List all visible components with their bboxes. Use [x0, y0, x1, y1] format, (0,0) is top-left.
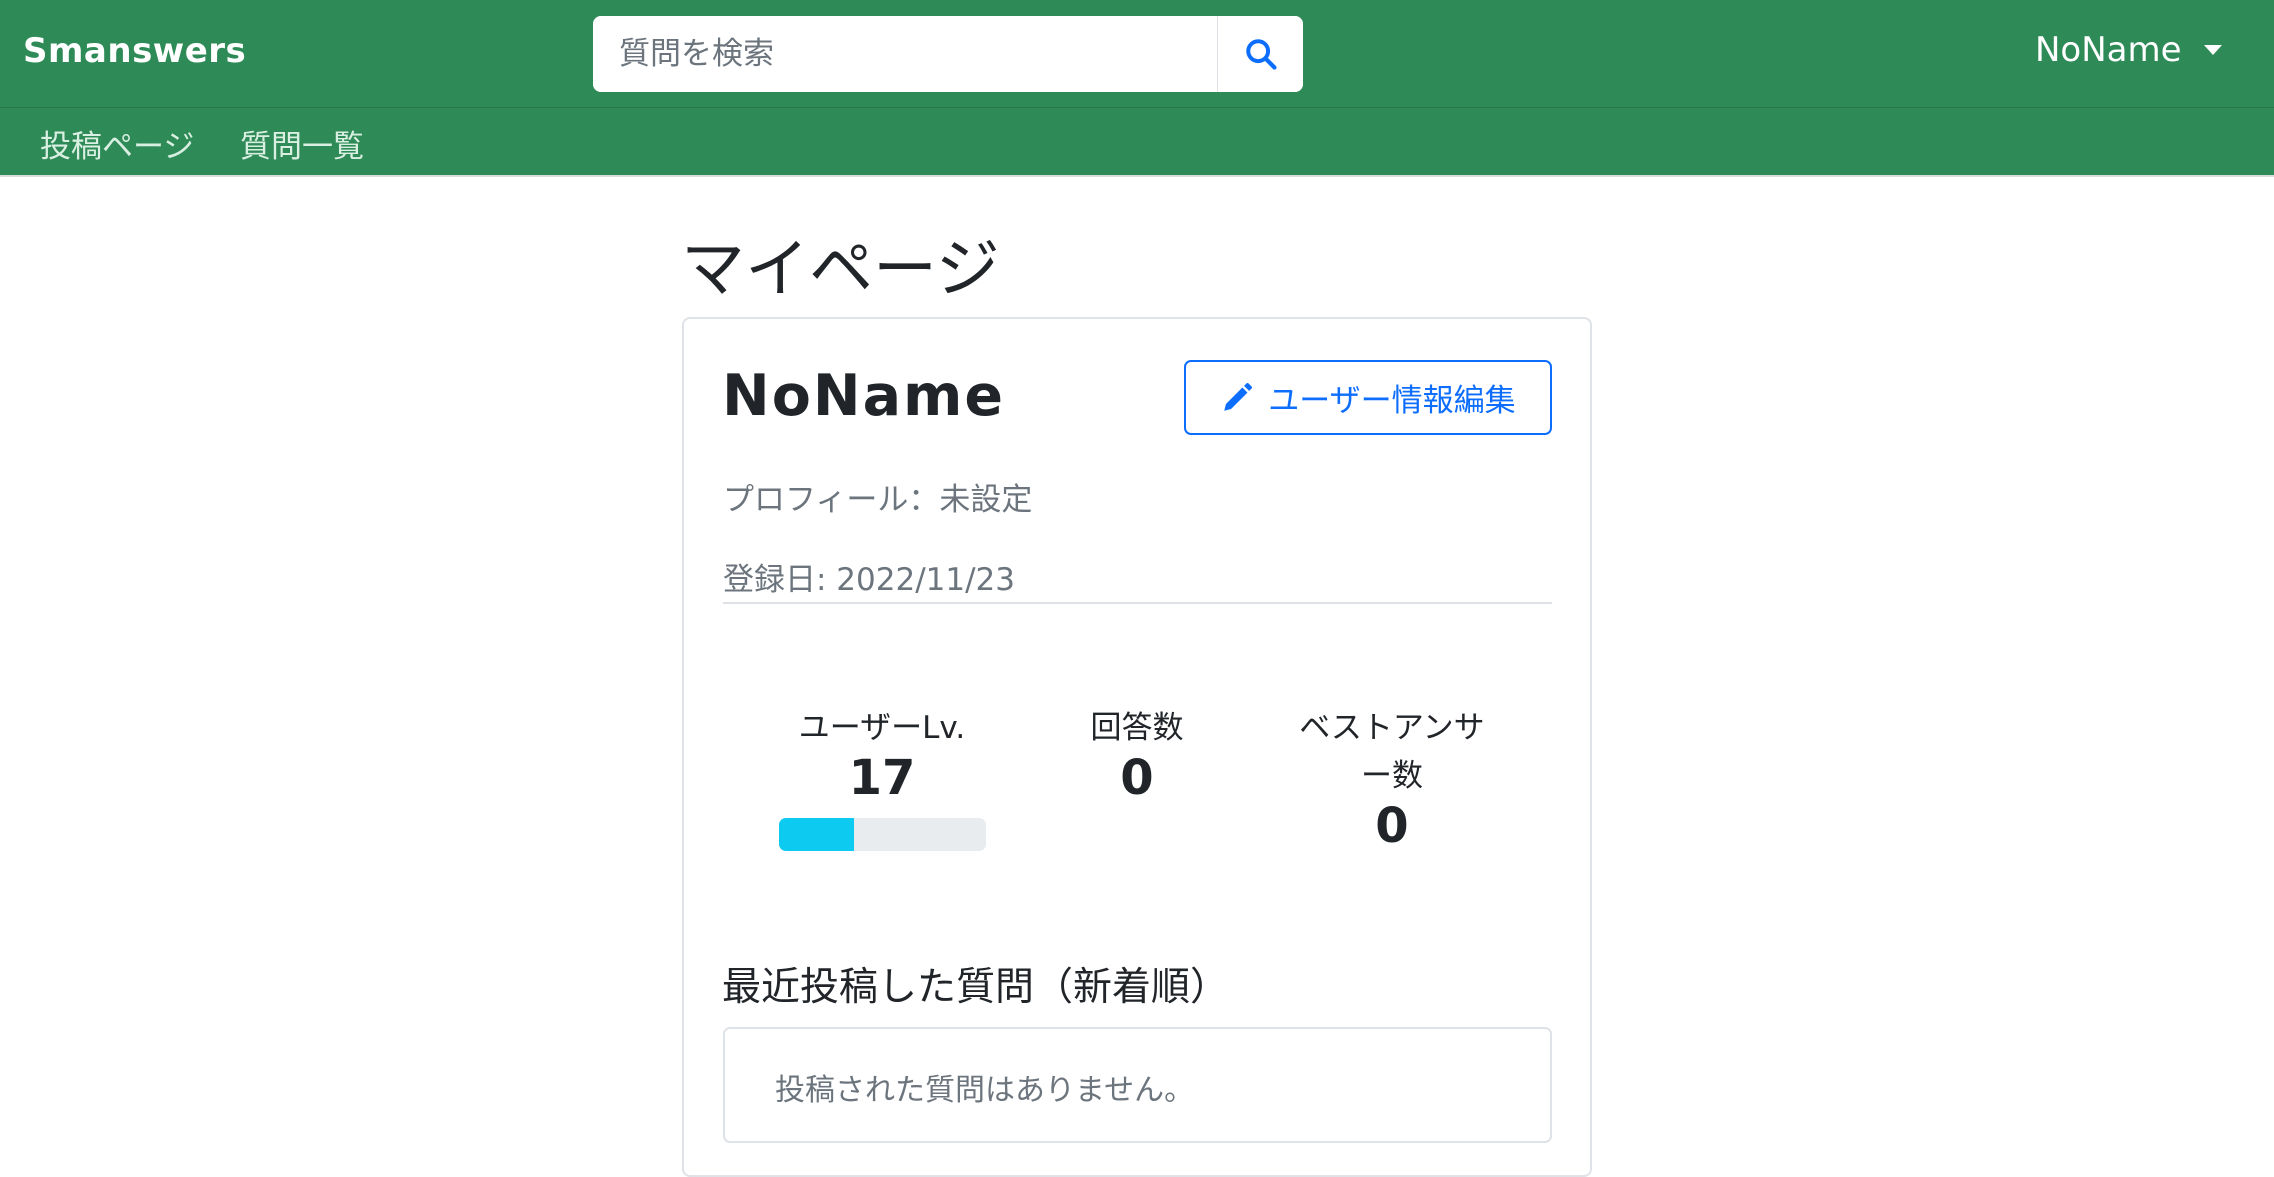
chevron-down-icon [2203, 45, 2222, 55]
level-progress-bar [779, 818, 986, 851]
answer-count-label: 回答数 [1090, 710, 1184, 746]
best-answer-count-value: 0 [1375, 798, 1409, 854]
level-progress-fill [779, 818, 854, 851]
user-level-label: ユーザーLv. [798, 710, 966, 746]
user-name: NoName [722, 363, 1006, 429]
user-menu-label: NoName [2035, 30, 2182, 70]
answer-count-value: 0 [1120, 750, 1154, 806]
search-icon [1245, 39, 1277, 70]
pencil-icon [1224, 382, 1253, 411]
top-navbar: Smanswers NoName [0, 0, 2274, 108]
brand-logo[interactable]: Smanswers [23, 31, 246, 71]
sub-navbar: 投稿ページ 質問一覧 [0, 108, 2274, 177]
best-answer-label-line1: ベストアンサ [1299, 710, 1485, 746]
profile-text: プロフィール：未設定 [723, 482, 1033, 518]
recent-questions-heading: 最近投稿した質問（新着順） [722, 965, 1230, 1010]
edit-user-info-label: ユーザー情報編集 [1268, 383, 1516, 419]
user-level-value: 17 [848, 750, 916, 806]
user-menu-dropdown[interactable]: NoName [2035, 30, 2222, 70]
search-input[interactable] [593, 16, 1217, 92]
nav-link-question-list[interactable]: 質問一覧 [240, 121, 364, 166]
nav-link-post-page[interactable]: 投稿ページ [40, 121, 194, 166]
recent-questions-list: 投稿された質問はありません。 [723, 1027, 1552, 1143]
best-answer-label-line2: ー数 [1361, 758, 1423, 794]
empty-questions-message: 投稿された質問はありません。 [775, 1073, 1195, 1108]
edit-user-info-button[interactable]: ユーザー情報編集 [1184, 360, 1552, 435]
search-group [593, 16, 1303, 92]
page-title: マイページ [681, 233, 1000, 307]
registration-date: 登録日: 2022/11/23 [723, 562, 1015, 598]
search-button[interactable] [1217, 16, 1303, 92]
divider [723, 602, 1552, 604]
